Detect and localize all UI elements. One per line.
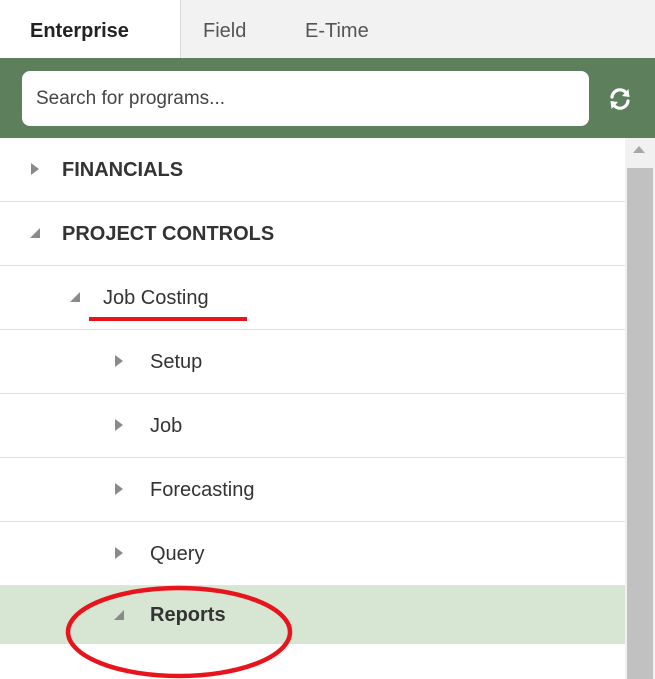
caret-expanded-icon[interactable] bbox=[28, 226, 42, 240]
search-input[interactable] bbox=[22, 71, 589, 126]
tree-item-query[interactable]: Query bbox=[0, 522, 625, 586]
tree-item-label: FINANCIALS bbox=[62, 159, 184, 181]
tree-item-forecasting[interactable]: Forecasting bbox=[0, 458, 625, 522]
tree-item-label: Job bbox=[150, 415, 183, 437]
program-tree: FINANCIALS PROJECT CONTROLS Job Costing … bbox=[0, 138, 625, 679]
caret-expanded-icon[interactable] bbox=[68, 290, 82, 304]
refresh-icon bbox=[610, 88, 630, 110]
caret-right-icon[interactable] bbox=[112, 482, 126, 496]
program-tabs: Enterprise Field E-Time bbox=[0, 0, 655, 59]
tab-e-time[interactable]: E-Time bbox=[305, 0, 369, 58]
tree-scrollbar[interactable] bbox=[625, 138, 655, 679]
caret-right-icon[interactable] bbox=[112, 354, 126, 368]
tree-item-label: Setup bbox=[150, 351, 203, 373]
tree-item-label: PROJECT CONTROLS bbox=[62, 223, 275, 245]
tree-item-label: Query bbox=[150, 543, 205, 565]
tree-item-label: Job Costing bbox=[103, 287, 209, 309]
caret-right-icon[interactable] bbox=[28, 162, 42, 176]
scroll-thumb[interactable] bbox=[627, 168, 653, 679]
caret-expanded-icon[interactable] bbox=[112, 608, 126, 622]
scroll-up-arrow-icon[interactable] bbox=[633, 146, 645, 153]
tree-item-setup[interactable]: Setup bbox=[0, 330, 625, 394]
tree-item-financials[interactable]: FINANCIALS bbox=[0, 138, 625, 202]
tree-item-label: Forecasting bbox=[150, 479, 255, 501]
caret-right-icon[interactable] bbox=[112, 546, 126, 560]
refresh-button[interactable] bbox=[600, 80, 640, 118]
search-bar bbox=[0, 58, 655, 138]
caret-right-icon[interactable] bbox=[112, 418, 126, 432]
tree-item-project-controls[interactable]: PROJECT CONTROLS bbox=[0, 202, 625, 266]
tree-item-label: Reports bbox=[150, 604, 226, 626]
tree-item-job[interactable]: Job bbox=[0, 394, 625, 458]
tree-item-reports[interactable]: Reports bbox=[0, 586, 625, 644]
tab-field[interactable]: Field bbox=[203, 0, 246, 58]
tree-item-job-costing[interactable]: Job Costing bbox=[0, 266, 625, 330]
tab-enterprise[interactable]: Enterprise bbox=[0, 0, 181, 59]
